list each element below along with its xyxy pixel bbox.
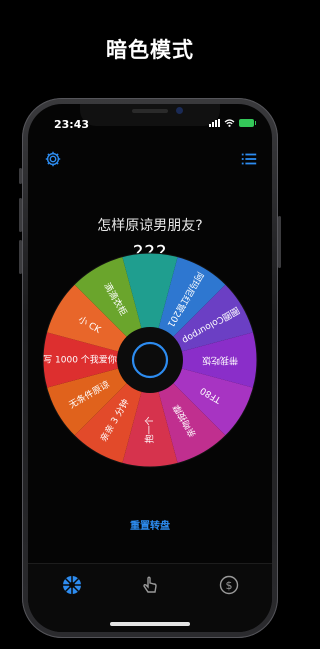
phone-frame: 23:43 怎样原谅男朋友? 阿玛尼红管201 圈圈Colourpop 带我吃饭… bbox=[19, 98, 281, 638]
reset-wheel-button[interactable]: 重置转盘 bbox=[28, 517, 272, 532]
hand-tap-icon[interactable] bbox=[139, 574, 161, 596]
power-button bbox=[278, 216, 281, 268]
spin-wheel[interactable]: 阿玛尼红管201圈圈Colourpop带我吃饭TF80亲吻按摩抱一个亲亲 3 分… bbox=[28, 104, 272, 632]
svg-text:$: $ bbox=[226, 579, 233, 592]
wheel-segment-label: 带我吃饭 bbox=[202, 355, 238, 367]
app-screen: 23:43 怎样原谅男朋友? 阿玛尼红管201 圈圈Colourpop 带我吃饭… bbox=[28, 104, 272, 632]
wheel-segment-label: 写 1000 个我爱你 bbox=[43, 354, 117, 366]
wheel-segment-label: 抱一个 bbox=[144, 416, 156, 443]
tab-bar: $ bbox=[28, 563, 272, 632]
home-indicator bbox=[110, 622, 190, 626]
spin-button[interactable] bbox=[131, 341, 169, 379]
dollar-icon[interactable]: $ bbox=[218, 574, 240, 596]
volume-down-button bbox=[19, 240, 22, 274]
wheel-icon[interactable] bbox=[61, 574, 83, 596]
promo-headline: 暗色模式 bbox=[106, 38, 194, 62]
mute-switch bbox=[19, 168, 22, 184]
volume-up-button bbox=[19, 198, 22, 232]
